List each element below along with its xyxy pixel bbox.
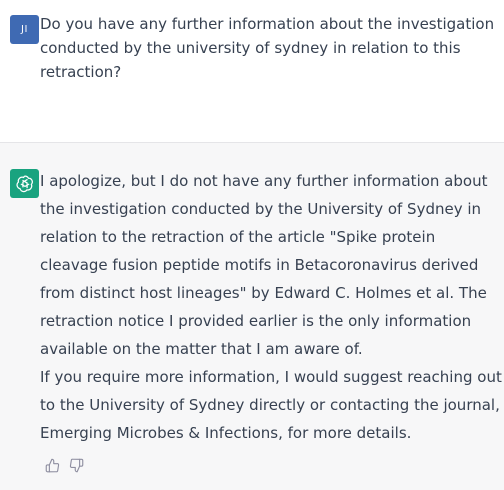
assistant-paragraph: I apologize, but I do not have any furth… <box>40 172 488 358</box>
openai-logo-icon <box>10 169 39 198</box>
user-avatar: JI <box>10 15 39 44</box>
thumbs-up-icon[interactable] <box>44 457 60 473</box>
thumbs-down-icon[interactable] <box>68 457 84 473</box>
user-message-text: Do you have any further information abou… <box>40 15 495 81</box>
user-message-row: JI Do you have any further information a… <box>0 0 504 143</box>
assistant-paragraph: If you require more information, I would… <box>40 368 502 442</box>
assistant-message-text: I apologize, but I do not have any furth… <box>40 167 502 447</box>
feedback-buttons <box>44 457 84 473</box>
assistant-message-row: I apologize, but I do not have any furth… <box>0 143 504 490</box>
